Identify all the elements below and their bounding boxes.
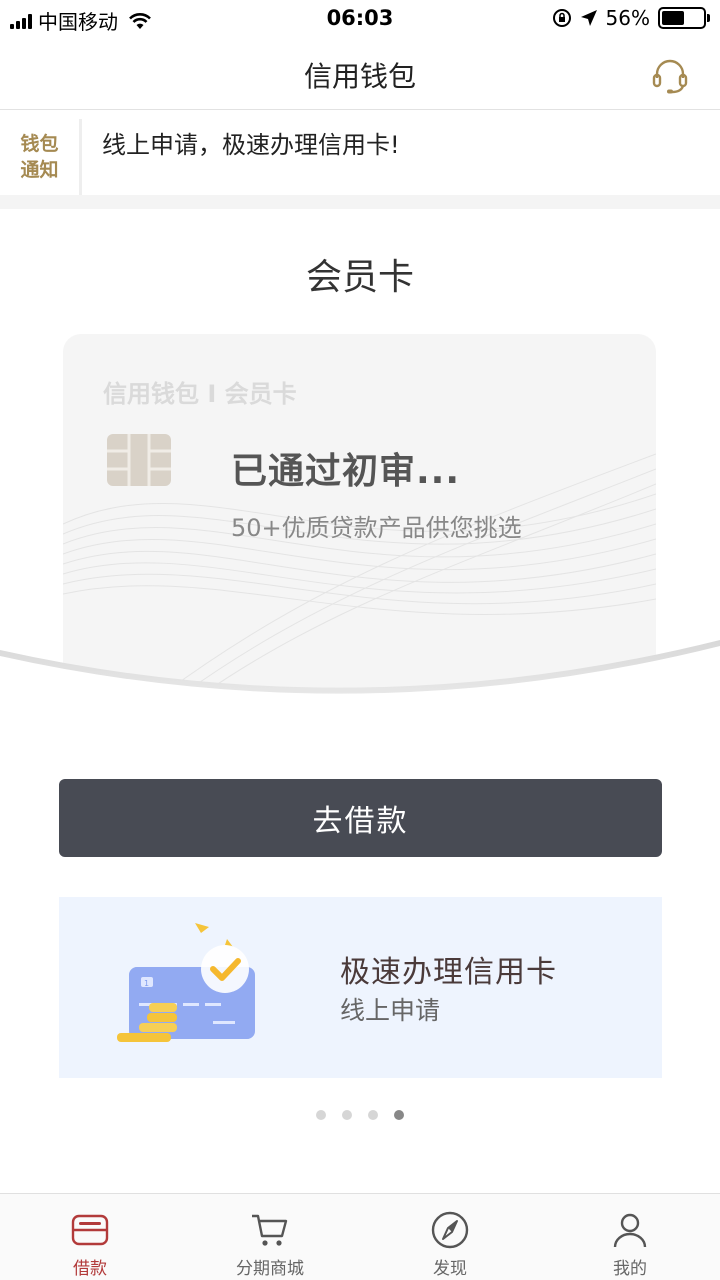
carousel-dot[interactable] bbox=[342, 1110, 352, 1120]
card-chip-icon bbox=[107, 434, 171, 486]
nav-bar: 信用钱包 bbox=[0, 38, 720, 110]
notice-bar[interactable]: 钱包 通知 线上申请，极速办理信用卡! bbox=[0, 111, 720, 195]
cart-icon bbox=[252, 1214, 288, 1246]
user-icon bbox=[613, 1213, 647, 1248]
section-divider bbox=[0, 195, 720, 209]
status-right: 56% bbox=[552, 6, 710, 30]
battery-icon bbox=[658, 7, 710, 29]
card-number-hint: 1 bbox=[144, 979, 149, 988]
notice-tag-line2: 通知 bbox=[20, 159, 59, 181]
section-title: 会员卡 bbox=[305, 257, 414, 298]
tab-label: 发现 bbox=[433, 1259, 467, 1279]
carousel-indicator bbox=[0, 1110, 720, 1120]
tab-borrow[interactable]: 借款 bbox=[0, 1194, 180, 1280]
banner-subtitle: 线上申请 bbox=[340, 996, 441, 1025]
wallet-icon bbox=[71, 1214, 109, 1246]
tab-label: 分期商城 bbox=[236, 1259, 304, 1279]
notice-text[interactable]: 线上申请，极速办理信用卡! bbox=[102, 125, 400, 160]
status-bar: 中国移动 06:03 56% bbox=[0, 0, 720, 38]
battery-percent: 56% bbox=[605, 6, 650, 30]
location-arrow-icon bbox=[580, 10, 597, 26]
tab-label: 借款 bbox=[73, 1259, 107, 1279]
card-subtitle: 50+优质贷款产品供您挑选 bbox=[231, 514, 522, 542]
carousel-dot[interactable] bbox=[316, 1110, 326, 1120]
page-title: 信用钱包 bbox=[303, 60, 416, 93]
card-status: 已通过初审... bbox=[231, 451, 461, 492]
tab-bar: 借款 分期商城 发现 我的 bbox=[0, 1193, 720, 1280]
tab-label: 我的 bbox=[613, 1259, 647, 1279]
tab-mall[interactable]: 分期商城 bbox=[180, 1194, 360, 1280]
borrow-button[interactable]: 去借款 bbox=[59, 779, 662, 857]
tab-mine[interactable]: 我的 bbox=[540, 1194, 720, 1280]
tab-discover[interactable]: 发现 bbox=[360, 1194, 540, 1280]
card-pocket-curve bbox=[0, 640, 720, 780]
card-brand: 信用钱包 I 会员卡 bbox=[103, 380, 297, 408]
headset-icon[interactable] bbox=[650, 56, 690, 96]
notice-tag-line1: 钱包 bbox=[20, 133, 59, 155]
battery-fill bbox=[662, 11, 685, 25]
rotation-lock-icon bbox=[552, 9, 571, 27]
carousel-dot[interactable] bbox=[368, 1110, 378, 1120]
credit-card-illustration-icon: 1 bbox=[117, 923, 255, 1042]
notice-tag: 钱包 通知 bbox=[0, 119, 82, 195]
carousel-dot[interactable] bbox=[394, 1110, 404, 1120]
banner-title: 极速办理信用卡 bbox=[340, 955, 557, 990]
credit-card-banner[interactable]: 1 极速办理信用卡 线上申请 bbox=[59, 897, 662, 1078]
compass-icon bbox=[431, 1211, 469, 1249]
